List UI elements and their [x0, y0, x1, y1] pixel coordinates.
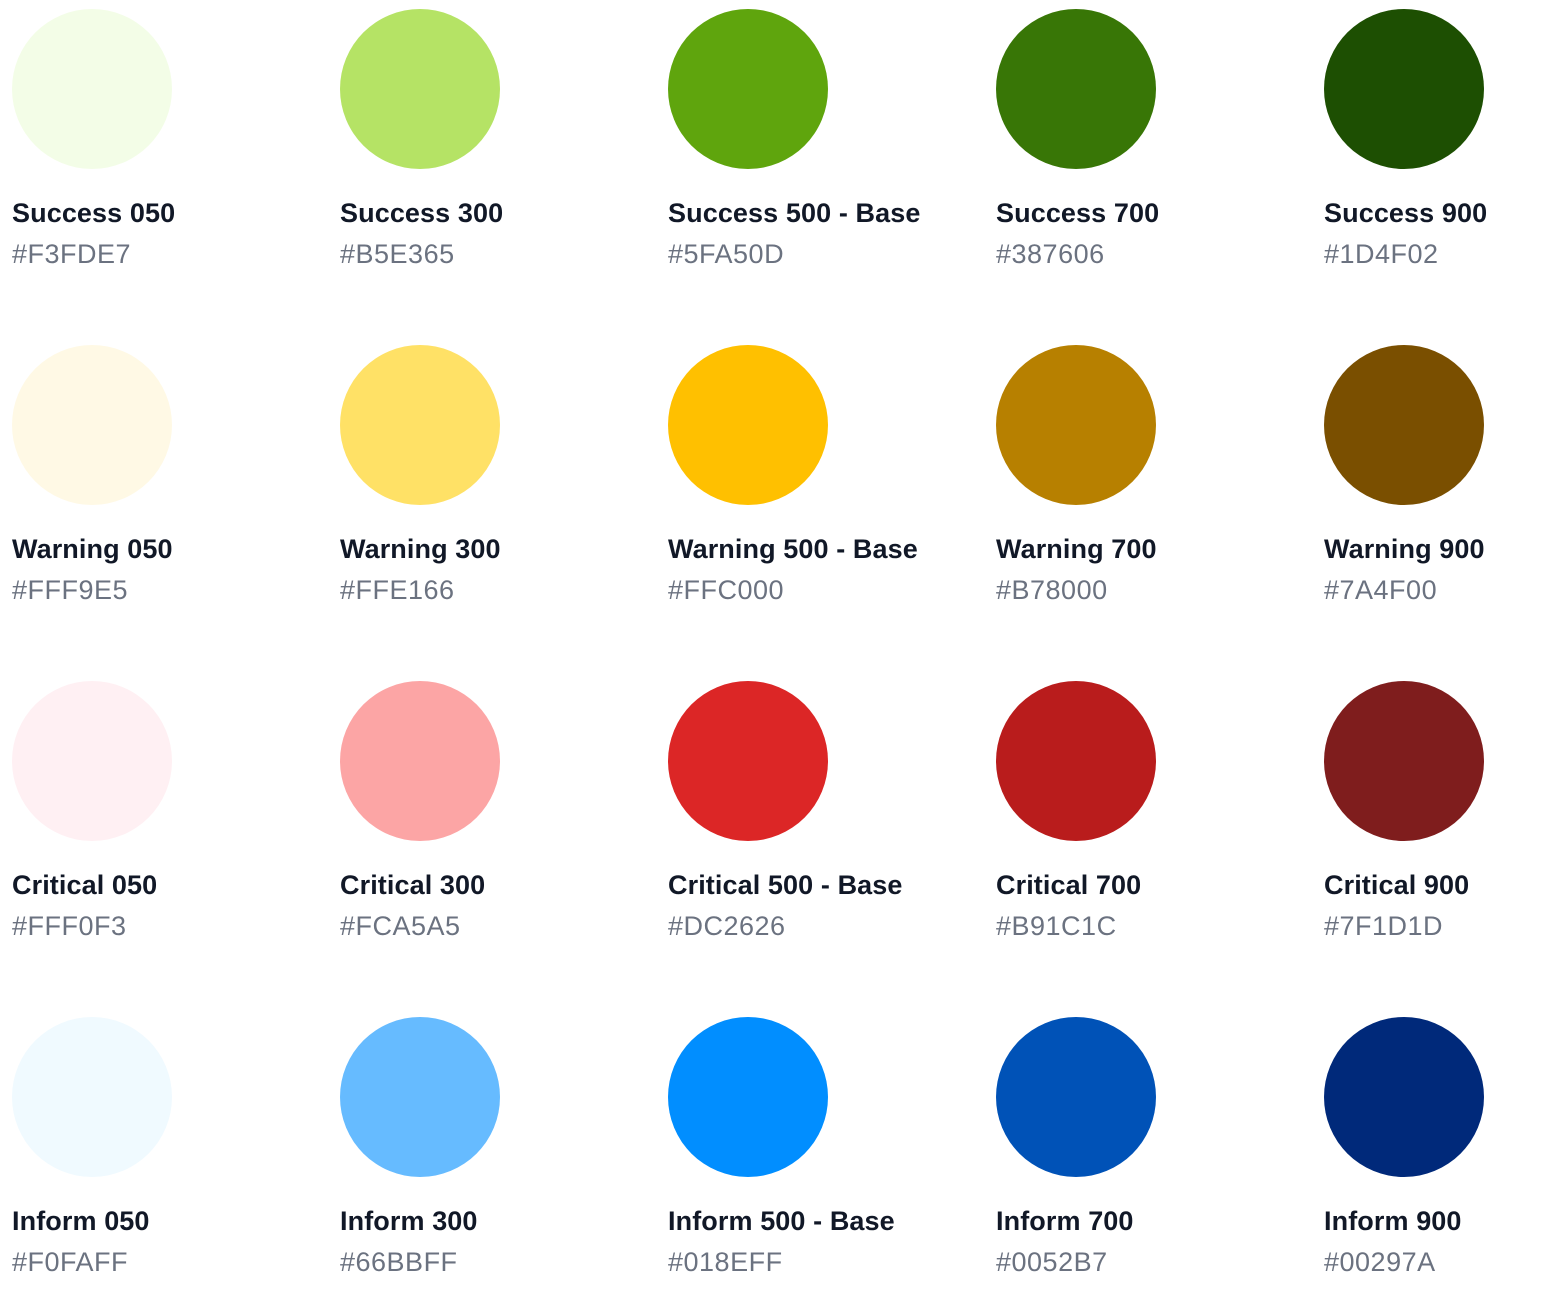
- color-swatch: Warning 500 - Base #FFC000: [656, 336, 956, 626]
- color-swatch: Critical 500 - Base #DC2626: [656, 672, 956, 962]
- color-circle: [668, 345, 828, 505]
- color-circle: [12, 681, 172, 841]
- swatch-name: Inform 500 - Base: [668, 1206, 895, 1236]
- swatch-name: Inform 700: [996, 1206, 1134, 1236]
- swatch-hex-code: #387606: [996, 239, 1105, 269]
- swatch-hex-code: #5FA50D: [668, 239, 785, 269]
- color-circle: [668, 9, 828, 169]
- swatch-name: Warning 900: [1324, 534, 1485, 564]
- swatch-name: Success 500 - Base: [668, 198, 921, 228]
- color-circle: [1324, 9, 1484, 169]
- color-circle: [340, 345, 500, 505]
- color-circle: [668, 1017, 828, 1177]
- color-circle: [1324, 345, 1484, 505]
- swatch-name: Inform 300: [340, 1206, 478, 1236]
- color-swatch: Warning 300 #FFE166: [328, 336, 628, 626]
- swatch-name: Critical 500 - Base: [668, 870, 903, 900]
- color-swatch: Inform 900 #00297A: [1312, 1008, 1553, 1298]
- swatch-name: Warning 050: [12, 534, 173, 564]
- color-circle: [996, 681, 1156, 841]
- swatch-hex-code: #B5E365: [340, 239, 455, 269]
- swatch-name: Inform 050: [12, 1206, 150, 1236]
- swatch-name: Success 900: [1324, 198, 1488, 228]
- color-swatch: Critical 300 #FCA5A5: [328, 672, 628, 962]
- swatch-name: Critical 300: [340, 870, 486, 900]
- swatch-hex-code: #FFF9E5: [12, 575, 129, 605]
- swatch-name: Critical 700: [996, 870, 1142, 900]
- color-swatch: Inform 300 #66BBFF: [328, 1008, 628, 1298]
- color-circle: [12, 345, 172, 505]
- swatch-name: Warning 300: [340, 534, 501, 564]
- swatch-hex-code: #DC2626: [668, 911, 786, 941]
- swatch-hex-code: #7F1D1D: [1324, 911, 1444, 941]
- color-swatch: Critical 050 #FFF0F3: [0, 672, 300, 962]
- color-palette: Success 050 #F3FDE7 Success 300 #B5E365 Succ…: [0, 0, 1553, 1284]
- swatch-hex-code: #F0FAFF: [12, 1247, 129, 1277]
- swatch-name: Warning 700: [996, 534, 1157, 564]
- color-circle: [12, 1017, 172, 1177]
- color-swatch: Inform 050 #F0FAFF: [0, 1008, 300, 1298]
- swatch-name: Success 700: [996, 198, 1160, 228]
- color-circle: [996, 9, 1156, 169]
- color-swatch: Success 050 #F3FDE7: [0, 0, 300, 290]
- swatch-name: Critical 900: [1324, 870, 1470, 900]
- swatch-hex-code: #B91C1C: [996, 911, 1117, 941]
- swatch-name: Success 300: [340, 198, 504, 228]
- color-circle: [668, 681, 828, 841]
- swatch-hex-code: #1D4F02: [1324, 239, 1439, 269]
- swatch-name: Inform 900: [1324, 1206, 1462, 1236]
- color-swatch: Warning 900 #7A4F00: [1312, 336, 1553, 626]
- color-swatch: Inform 500 - Base #018EFF: [656, 1008, 956, 1298]
- swatch-hex-code: #B78000: [996, 575, 1108, 605]
- color-circle: [996, 1017, 1156, 1177]
- color-circle: [996, 345, 1156, 505]
- color-swatch: Success 700 #387606: [984, 0, 1284, 290]
- color-swatch: Success 500 - Base #5FA50D: [656, 0, 956, 290]
- swatch-hex-code: #FCA5A5: [340, 911, 461, 941]
- color-swatch: Warning 050 #FFF9E5: [0, 336, 300, 626]
- color-circle: [12, 9, 172, 169]
- swatch-name: Warning 500 - Base: [668, 534, 918, 564]
- swatch-hex-code: #66BBFF: [340, 1247, 458, 1277]
- swatch-hex-code: #00297A: [1324, 1247, 1436, 1277]
- swatch-hex-code: #018EFF: [668, 1247, 783, 1277]
- color-swatch: Critical 700 #B91C1C: [984, 672, 1284, 962]
- color-circle: [340, 9, 500, 169]
- swatch-hex-code: #FFF0F3: [12, 911, 127, 941]
- color-swatch: Success 900 #1D4F02: [1312, 0, 1553, 290]
- swatch-hex-code: #FFC000: [668, 575, 785, 605]
- color-swatch: Success 300 #B5E365: [328, 0, 628, 290]
- color-swatch: Critical 900 #7F1D1D: [1312, 672, 1553, 962]
- color-circle: [1324, 1017, 1484, 1177]
- color-circle: [340, 1017, 500, 1177]
- swatch-hex-code: #F3FDE7: [12, 239, 132, 269]
- swatch-name: Success 050: [12, 198, 176, 228]
- swatch-name: Critical 050: [12, 870, 158, 900]
- color-circle: [340, 681, 500, 841]
- swatch-hex-code: #7A4F00: [1324, 575, 1438, 605]
- color-swatch: Warning 700 #B78000: [984, 336, 1284, 626]
- swatch-hex-code: #FFE166: [340, 575, 455, 605]
- color-swatch: Inform 700 #0052B7: [984, 1008, 1284, 1298]
- swatch-hex-code: #0052B7: [996, 1247, 1108, 1277]
- color-circle: [1324, 681, 1484, 841]
